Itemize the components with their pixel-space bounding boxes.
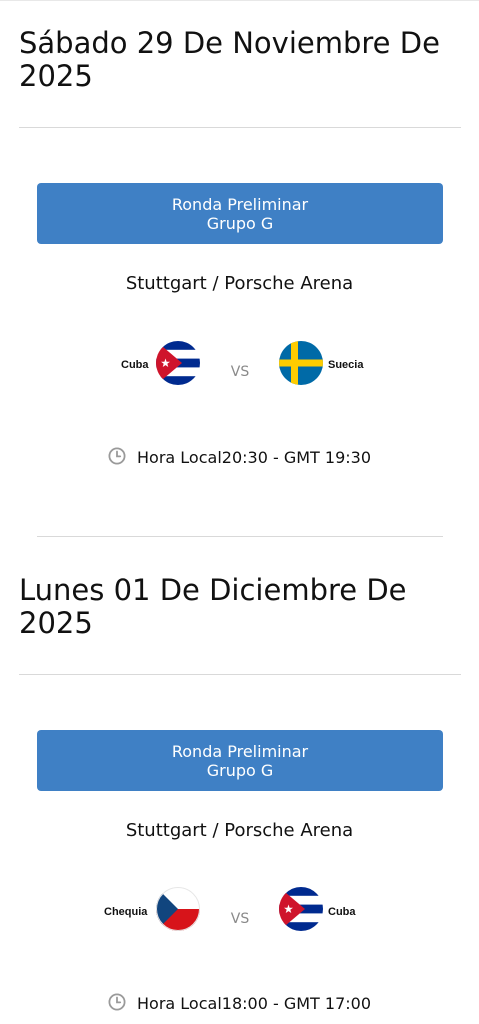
round-label: Ronda Preliminar (171, 742, 309, 761)
clock-icon (108, 993, 126, 1011)
time-label: Hora Local (137, 994, 222, 1013)
venue-label: Stuttgart / Porsche Arena (125, 820, 354, 841)
round-label: Ronda Preliminar (171, 195, 309, 214)
round-button[interactable]: Ronda Preliminar Grupo G (37, 183, 443, 244)
home-team-name[interactable]: Chequia (104, 905, 147, 919)
kickoff-time: Hora Local20:30 - GMT 19:30 (0, 447, 479, 468)
sweden-flag-icon[interactable] (279, 341, 323, 385)
time-value: 18:00 - GMT 17:00 (221, 994, 371, 1013)
round-button[interactable]: Ronda Preliminar Grupo G (37, 730, 443, 791)
venue-label: Stuttgart / Porsche Arena (125, 273, 354, 294)
date-divider (19, 674, 461, 675)
home-team-name[interactable]: Cuba (121, 358, 149, 372)
clock-icon (108, 447, 126, 465)
cuba-flag-icon[interactable] (156, 341, 200, 385)
top-divider (0, 0, 479, 1)
group-label: Grupo G (206, 761, 274, 780)
date-heading: Lunes 01 De Diciembre De 2025 (19, 573, 407, 640)
group-label: Grupo G (206, 214, 274, 233)
kickoff-time: Hora Local18:00 - GMT 17:00 (0, 993, 479, 1014)
vs-label: VS (230, 364, 250, 380)
section-divider (37, 536, 443, 537)
date-heading: Sábado 29 De Noviembre De 2025 (19, 26, 440, 93)
time-label: Hora Local (137, 448, 222, 467)
cuba-flag-icon[interactable] (279, 887, 323, 931)
czechia-flag-icon[interactable] (156, 887, 200, 931)
vs-label: VS (230, 911, 250, 927)
away-team-name[interactable]: Suecia (328, 358, 363, 372)
away-team-name[interactable]: Cuba (328, 905, 356, 919)
time-value: 20:30 - GMT 19:30 (221, 448, 371, 467)
date-divider (19, 127, 461, 128)
